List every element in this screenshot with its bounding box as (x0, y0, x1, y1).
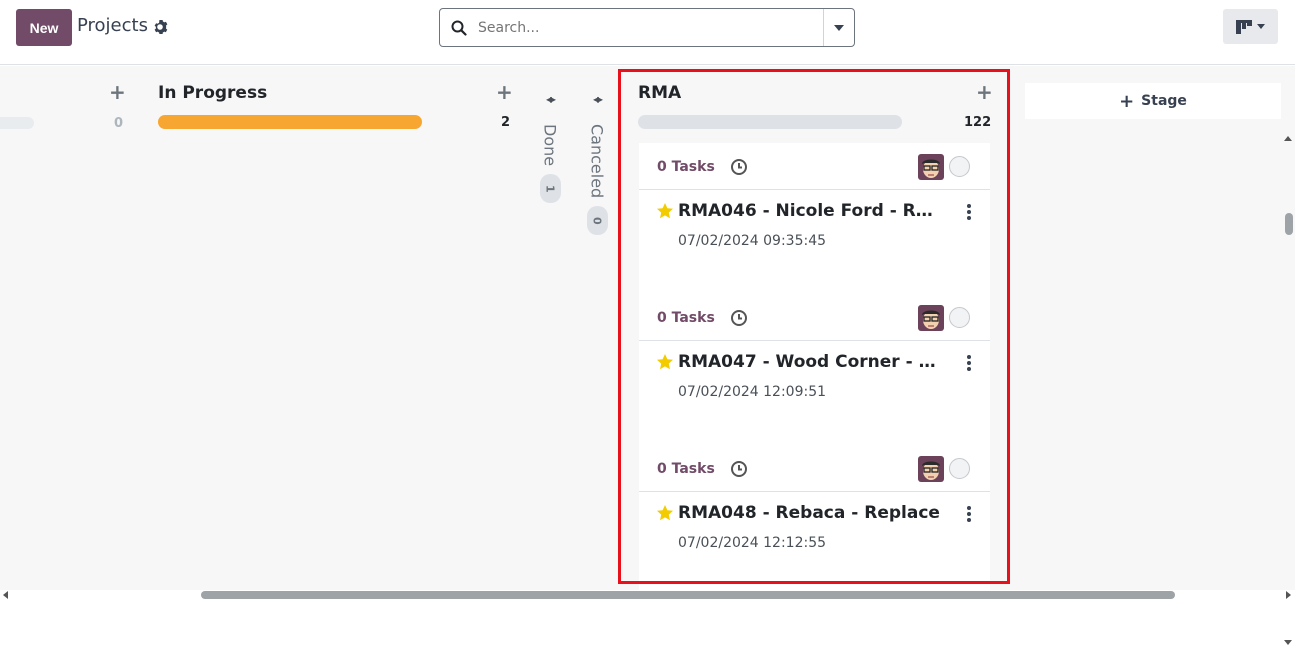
folded-column-done[interactable]: ◂▸ Done 1 (538, 92, 562, 204)
scrollbar-thumb[interactable] (1285, 213, 1293, 235)
control-panel: New Projects (0, 0, 1295, 65)
folded-column-title: Done (540, 124, 560, 167)
new-button[interactable]: New (16, 9, 72, 46)
add-card-icon[interactable]: + (109, 82, 126, 102)
caret-down-icon (834, 24, 844, 31)
folded-column-title: Canceled (587, 124, 607, 199)
column-progress-bar[interactable] (0, 117, 34, 129)
folded-column-count: 0 (586, 206, 608, 236)
highlight-box (618, 69, 1010, 584)
vertical-scrollbar[interactable] (1281, 132, 1295, 656)
gear-icon[interactable] (152, 19, 168, 35)
search-input[interactable] (478, 12, 823, 43)
folded-column-canceled[interactable]: ◂▸ Canceled 0 (585, 92, 609, 236)
kanban-icon (1236, 19, 1252, 34)
search-options-toggle[interactable] (823, 9, 854, 46)
breadcrumb-title[interactable]: Projects (77, 15, 148, 36)
kanban-board: 0 + In Progress + 2 ◂▸ Done 1 ◂▸ Cancele… (0, 66, 1295, 645)
add-stage-button[interactable]: + Stage (1025, 83, 1281, 119)
search-bar (439, 8, 855, 47)
column-title-in-progress[interactable]: In Progress (158, 83, 267, 103)
search-icon[interactable] (440, 9, 478, 46)
column-progress-bar[interactable] (158, 115, 422, 129)
folded-column-count: 1 (539, 174, 561, 204)
caret-down-icon (1257, 24, 1265, 29)
column-count: 2 (501, 115, 511, 130)
plus-icon: + (1119, 90, 1135, 112)
scrollbar-thumb[interactable] (201, 591, 1175, 599)
view-switcher-button[interactable] (1223, 9, 1278, 44)
unfold-arrows-icon[interactable]: ◂▸ (593, 92, 603, 110)
horizontal-scrollbar[interactable] (0, 588, 1295, 602)
add-card-icon[interactable]: + (496, 82, 513, 102)
column-count: 0 (114, 116, 124, 131)
add-stage-label: Stage (1141, 93, 1187, 109)
unfold-arrows-icon[interactable]: ◂▸ (546, 92, 556, 110)
